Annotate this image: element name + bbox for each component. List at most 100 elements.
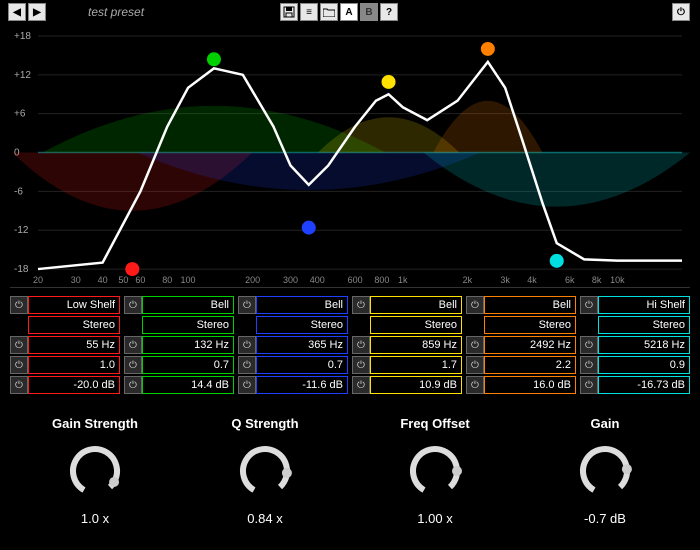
- knob-value: 1.0 x: [25, 511, 165, 526]
- band-freq-field[interactable]: 2492 Hz: [484, 336, 576, 354]
- band-type-field[interactable]: Bell: [484, 296, 576, 314]
- band-handle[interactable]: [207, 52, 221, 66]
- help-button[interactable]: ?: [380, 3, 398, 21]
- band-q-field[interactable]: 2.2: [484, 356, 576, 374]
- svg-text:20: 20: [33, 275, 43, 285]
- band-type-field[interactable]: Bell: [370, 296, 462, 314]
- band-freq-field[interactable]: 365 Hz: [256, 336, 348, 354]
- knob[interactable]: [407, 443, 463, 499]
- knob[interactable]: [67, 443, 123, 499]
- save-button[interactable]: [280, 3, 298, 21]
- band-q-field[interactable]: 0.9: [598, 356, 690, 374]
- band-type-field[interactable]: Bell: [142, 296, 234, 314]
- band-handle[interactable]: [302, 221, 316, 235]
- band-param-power-button[interactable]: ⏻: [124, 336, 142, 354]
- band-freq-field[interactable]: 859 Hz: [370, 336, 462, 354]
- band-column: ⏻Bell⏻Stereo⏻132 Hz⏻0.7⏻14.4 dB: [124, 296, 234, 394]
- eq-graph[interactable]: -18-12-60+6+12+1820304050608010020030040…: [10, 28, 690, 288]
- band-param-power-button[interactable]: ⏻: [238, 356, 256, 374]
- svg-text:-6: -6: [14, 186, 23, 197]
- bypass-button[interactable]: ⏻: [672, 3, 690, 21]
- svg-text:-12: -12: [14, 225, 29, 236]
- band-mode-field[interactable]: Stereo: [256, 316, 348, 334]
- svg-text:+6: +6: [14, 109, 26, 120]
- band-freq-field[interactable]: 55 Hz: [28, 336, 120, 354]
- svg-text:100: 100: [181, 275, 196, 285]
- knob-group: Gain -0.7 dB: [535, 416, 675, 526]
- band-param-power-button[interactable]: ⏻: [352, 336, 370, 354]
- band-param-power-button[interactable]: ⏻: [352, 376, 370, 394]
- band-param-power-button[interactable]: ⏻: [124, 296, 142, 314]
- svg-text:60: 60: [135, 275, 145, 285]
- band-freq-field[interactable]: 132 Hz: [142, 336, 234, 354]
- knob-value: -0.7 dB: [535, 511, 675, 526]
- band-param-power-button[interactable]: ⏻: [10, 376, 28, 394]
- band-param-power-button[interactable]: ⏻: [466, 376, 484, 394]
- band-handle[interactable]: [125, 262, 139, 276]
- knob-group: Q Strength0.84 x: [195, 416, 335, 526]
- band-column: ⏻Bell⏻Stereo⏻859 Hz⏻1.7⏻10.9 dB: [352, 296, 462, 394]
- band-param-power-button[interactable]: ⏻: [238, 336, 256, 354]
- knob-label: Gain: [535, 416, 675, 431]
- svg-text:8k: 8k: [592, 275, 602, 285]
- band-param-power-button[interactable]: ⏻: [124, 356, 142, 374]
- preset-prev-button[interactable]: ◀: [8, 3, 26, 21]
- svg-text:1k: 1k: [398, 275, 408, 285]
- band-param-power-button[interactable]: ⏻: [124, 376, 142, 394]
- knob-group: Gain Strength1.0 x: [25, 416, 165, 526]
- band-param-power-button[interactable]: ⏻: [580, 296, 598, 314]
- band-gain-field[interactable]: 10.9 dB: [370, 376, 462, 394]
- band-param-power-button[interactable]: ⏻: [580, 336, 598, 354]
- band-freq-field[interactable]: 5218 Hz: [598, 336, 690, 354]
- band-param-power-button[interactable]: ⏻: [466, 356, 484, 374]
- svg-text:+12: +12: [14, 70, 31, 81]
- svg-text:80: 80: [162, 275, 172, 285]
- band-mode-field[interactable]: Stereo: [598, 316, 690, 334]
- band-param-power-button[interactable]: ⏻: [10, 356, 28, 374]
- band-param-power-button[interactable]: ⏻: [238, 376, 256, 394]
- band-gain-field[interactable]: -11.6 dB: [256, 376, 348, 394]
- svg-text:200: 200: [245, 275, 260, 285]
- band-param-power-button[interactable]: ⏻: [352, 296, 370, 314]
- knob-indicator-icon: [452, 466, 462, 476]
- band-mode-field[interactable]: Stereo: [142, 316, 234, 334]
- band-q-field[interactable]: 1.0: [28, 356, 120, 374]
- band-mode-field[interactable]: Stereo: [28, 316, 120, 334]
- band-param-power-button[interactable]: ⏻: [10, 296, 28, 314]
- band-param-power-button[interactable]: ⏻: [238, 296, 256, 314]
- band-q-field[interactable]: 0.7: [256, 356, 348, 374]
- compare-a-button[interactable]: A: [340, 3, 358, 21]
- band-type-field[interactable]: Low Shelf: [28, 296, 120, 314]
- menu-button[interactable]: ≡: [300, 3, 318, 21]
- band-gain-field[interactable]: 14.4 dB: [142, 376, 234, 394]
- band-handle[interactable]: [481, 42, 495, 56]
- knob[interactable]: [237, 443, 293, 499]
- band-gain-field[interactable]: -20.0 dB: [28, 376, 120, 394]
- band-param-power-button[interactable]: ⏻: [466, 336, 484, 354]
- band-param-power-button[interactable]: ⏻: [580, 376, 598, 394]
- svg-text:10k: 10k: [610, 275, 625, 285]
- band-param-power-button[interactable]: ⏻: [10, 336, 28, 354]
- band-handle[interactable]: [550, 254, 564, 268]
- band-gain-field[interactable]: -16.73 dB: [598, 376, 690, 394]
- band-param-power-button[interactable]: ⏻: [580, 356, 598, 374]
- band-type-field[interactable]: Hi Shelf: [598, 296, 690, 314]
- compare-b-button[interactable]: B: [360, 3, 378, 21]
- preset-name-label[interactable]: test preset: [88, 5, 144, 19]
- svg-text:30: 30: [71, 275, 81, 285]
- band-mode-field[interactable]: Stereo: [484, 316, 576, 334]
- band-handle[interactable]: [382, 75, 396, 89]
- preset-next-button[interactable]: ▶: [28, 3, 46, 21]
- folder-button[interactable]: [320, 3, 338, 21]
- band-param-power-button[interactable]: ⏻: [466, 296, 484, 314]
- svg-text:+18: +18: [14, 31, 31, 42]
- band-gain-field[interactable]: 16.0 dB: [484, 376, 576, 394]
- knob[interactable]: [577, 443, 633, 499]
- band-q-field[interactable]: 0.7: [142, 356, 234, 374]
- band-param-power-button[interactable]: ⏻: [352, 356, 370, 374]
- band-q-field[interactable]: 1.7: [370, 356, 462, 374]
- svg-text:4k: 4k: [527, 275, 537, 285]
- band-type-field[interactable]: Bell: [256, 296, 348, 314]
- band-mode-field[interactable]: Stereo: [370, 316, 462, 334]
- knob-label: Freq Offset: [365, 416, 505, 431]
